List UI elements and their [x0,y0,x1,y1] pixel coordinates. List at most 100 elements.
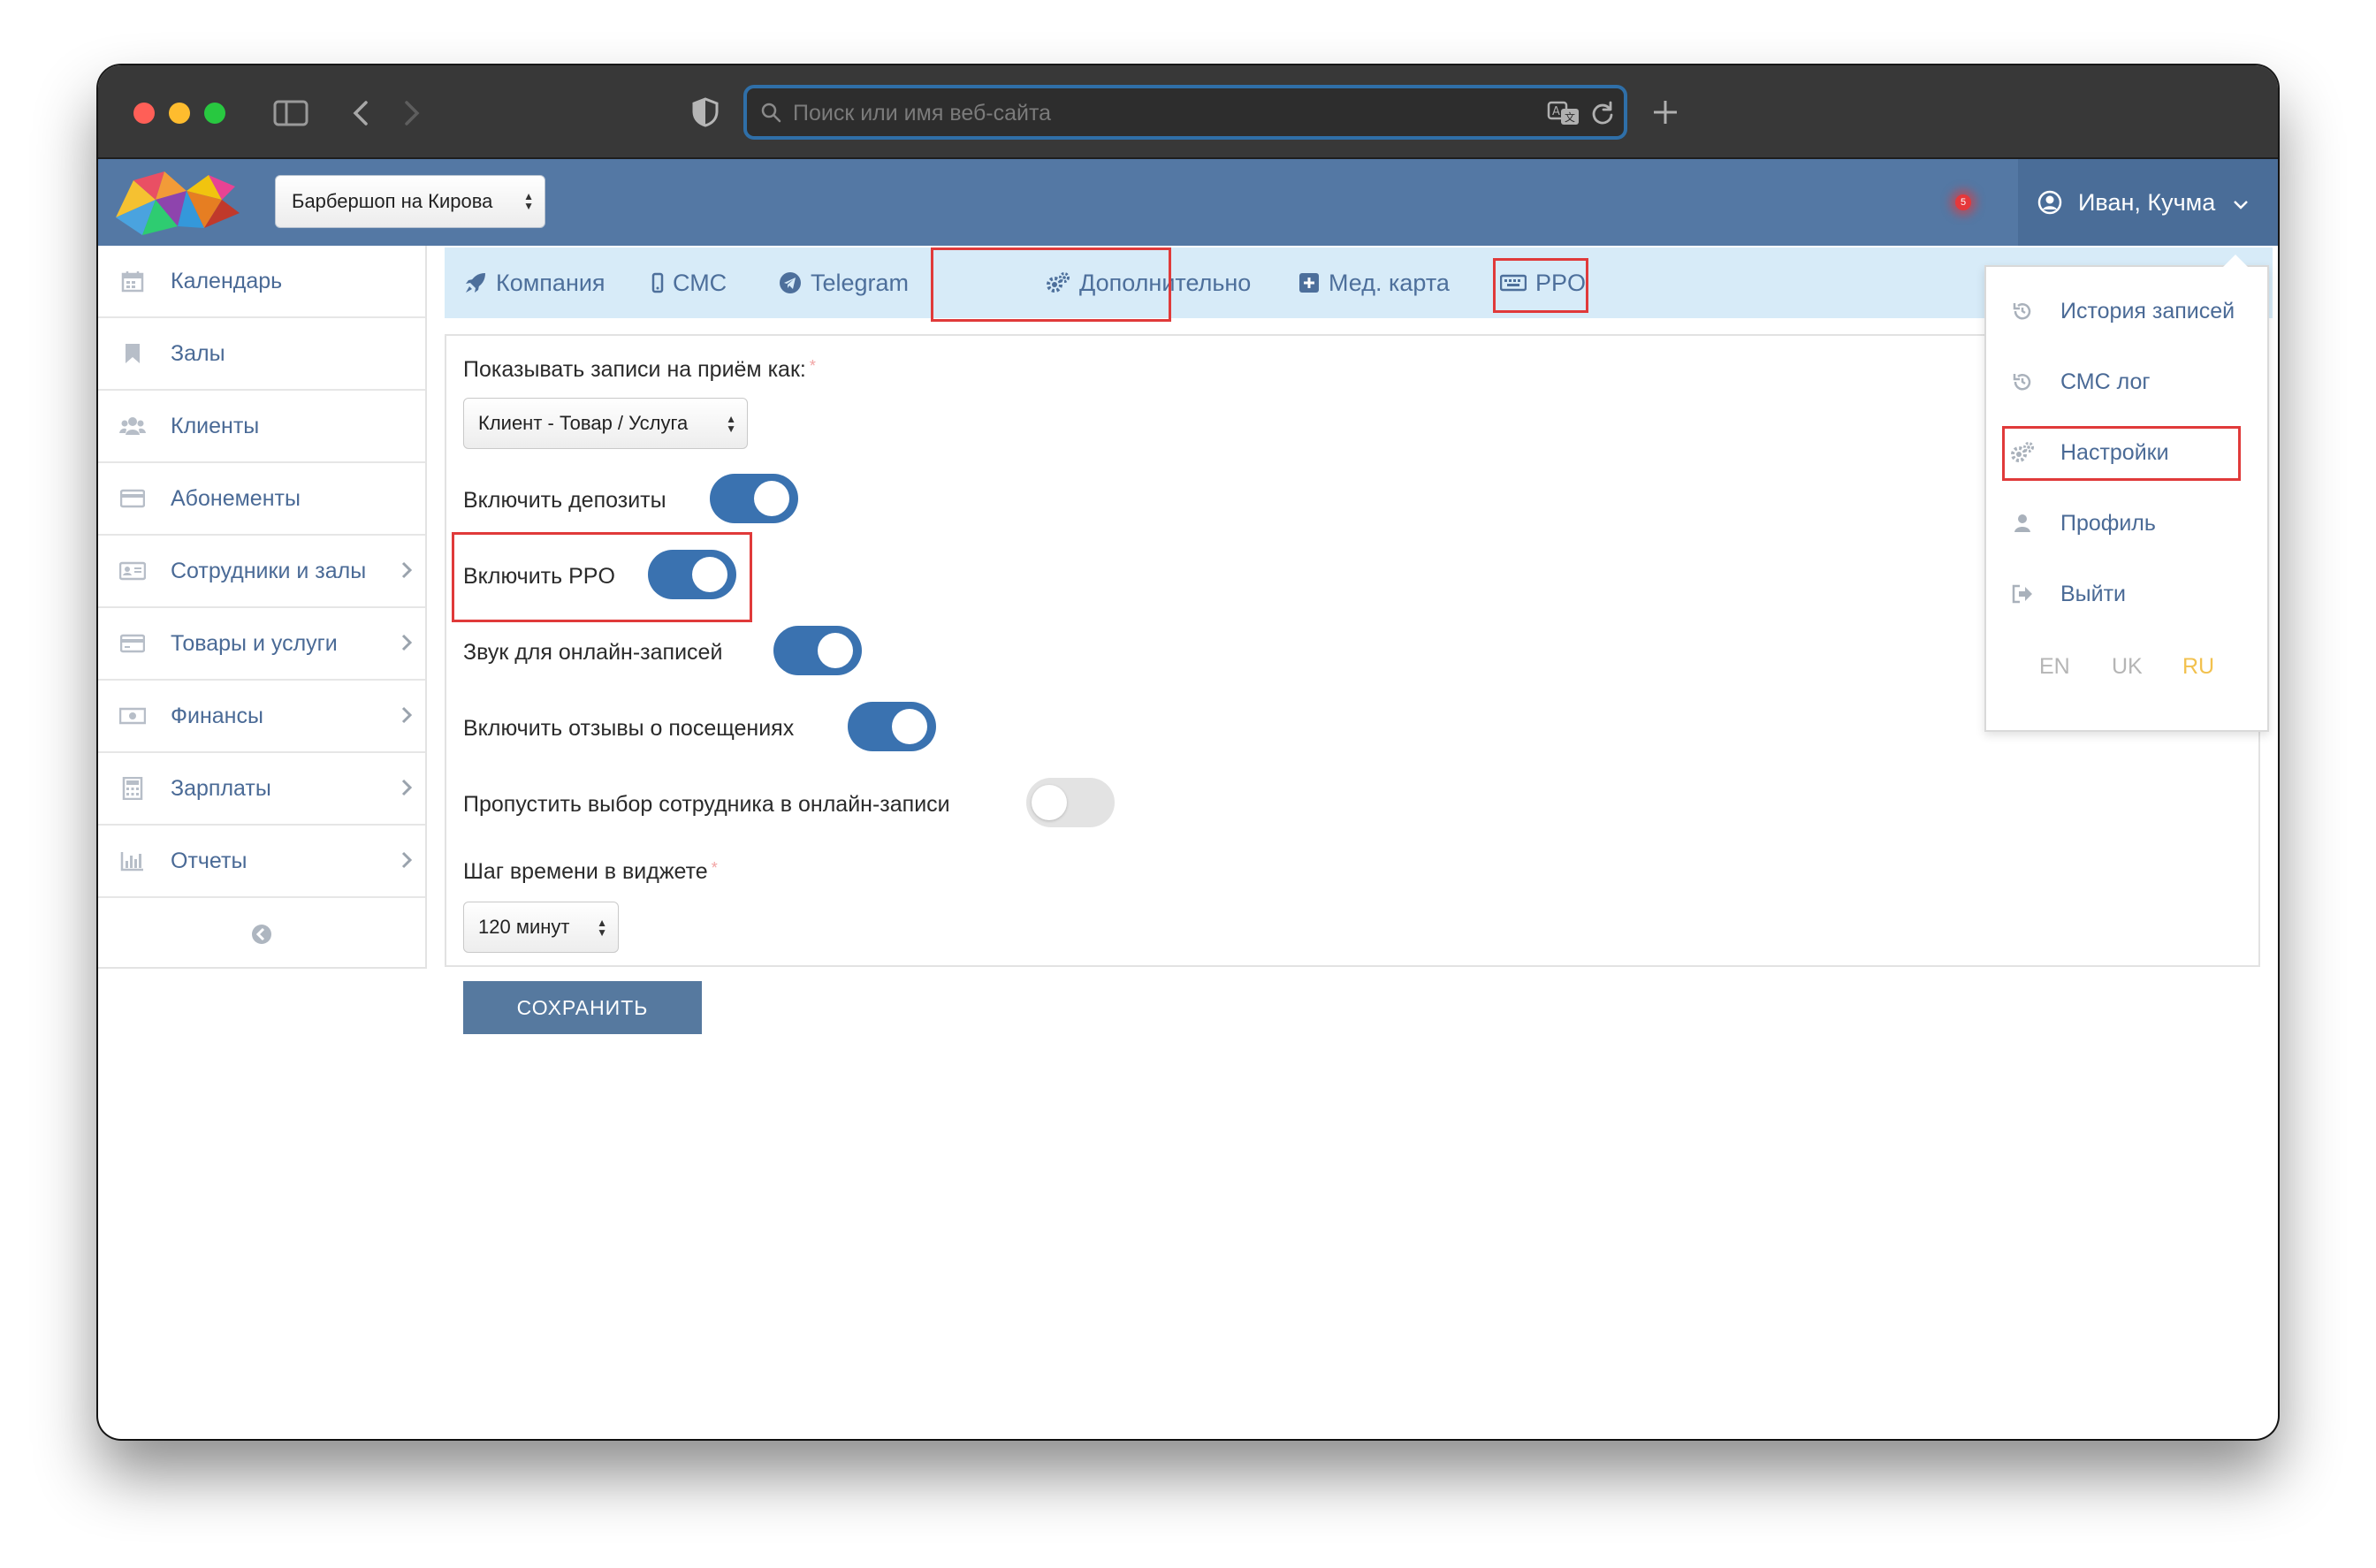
menu-item-logout[interactable]: Выйти [1986,567,2267,620]
sidebar-collapse-button[interactable] [98,898,425,970]
id-card-icon [119,558,146,584]
sidebar: Календарь Залы Клиенты Абонементы Сотруд… [98,246,427,969]
sidebar-item-salaries[interactable]: Зарплаты [98,753,425,826]
menu-item-profile[interactable]: Профиль [1986,497,2267,550]
sidebar-toggle-icon[interactable] [271,99,310,127]
tab-telegram[interactable]: Telegram [779,247,909,318]
svg-text:文: 文 [1565,110,1575,124]
toggle-knob [1032,785,1067,820]
calendar-icon [119,268,146,294]
notification-badge[interactable]: 5 [1955,194,1971,210]
highlight-menu-settings [2002,426,2241,481]
tab-sms[interactable]: СМС [651,247,727,318]
credit-card-icon [119,630,146,657]
toggle-online-sound[interactable] [773,626,862,675]
bar-chart-icon [119,848,146,874]
select-arrows-icon: ▲ ▼ [597,917,607,939]
language-en[interactable]: EN [2039,654,2070,680]
chevron-right-icon [400,850,413,876]
select-arrows-icon: ▲ ▼ [523,190,534,212]
toggle-reviews[interactable] [848,702,936,751]
menu-item-label: Выйти [2060,581,2127,606]
sidebar-item-halls[interactable]: Залы [98,318,425,391]
sidebar-item-staff[interactable]: Сотрудники и залы [98,536,425,608]
menu-item-label: СМС лог [2060,369,2151,394]
translate-icon[interactable]: A文 [1546,99,1581,127]
branch-select-value: Барбершоп на Кирова [292,190,493,212]
toggle-knob [892,709,927,744]
sign-out-icon [2009,584,2036,604]
plus-square-icon [1298,272,1320,293]
sidebar-item-label: Залы [171,340,225,366]
sidebar-item-reports[interactable]: Отчеты [98,826,425,898]
history-icon [2009,371,2036,392]
branch-select[interactable]: Барбершоп на Кирова ▲ ▼ [275,175,545,228]
address-bar[interactable]: A文 [743,85,1627,140]
sidebar-item-subscriptions[interactable]: Абонементы [98,463,425,536]
maximize-window-button[interactable] [204,103,225,124]
app-header: Барбершоп на Кирова ▲ ▼ 5 Иван, Кучма [98,159,2278,246]
toggle-deposits[interactable] [710,474,798,523]
logo-icon[interactable] [107,164,248,240]
sidebar-item-clients[interactable]: Клиенты [98,391,425,463]
calculator-icon [119,775,146,802]
browser-toolbar: A文 [98,65,2278,159]
chevron-right-icon [400,705,413,731]
language-ru[interactable]: RU [2182,654,2214,680]
user-dropdown-menu: История записей СМС лог Настройки Профил… [1984,255,2269,732]
sidebar-item-label: Отчеты [171,848,248,873]
sidebar-item-products[interactable]: Товары и услуги [98,608,425,681]
sidebar-item-label: Финансы [171,703,263,728]
time-step-select[interactable]: 120 минут ▲ ▼ [463,902,619,953]
close-window-button[interactable] [133,103,155,124]
time-step-label-text: Шаг времени в виджете [463,859,708,884]
card-icon [119,485,146,512]
toggle-knob [754,481,789,516]
display-as-label-text: Показывать записи на приём как: [463,357,806,382]
chevron-right-icon [400,778,413,803]
required-marker: * [809,357,816,375]
history-icon [2009,301,2036,322]
user-icon [2009,513,2036,534]
sidebar-item-calendar[interactable]: Календарь [98,246,425,318]
chevron-down-icon [2233,189,2249,217]
sidebar-item-label: Абонементы [171,485,301,511]
search-icon [759,101,782,124]
tab-company[interactable]: Компания [464,247,605,318]
toggle-label-deposits: Включить депозиты [463,488,666,513]
display-as-label: Показывать записи на приём как: * [463,357,816,383]
user-menu-toggle[interactable]: Иван, Кучма [2018,159,2278,246]
reload-icon[interactable] [1588,99,1617,127]
tab-medical-card[interactable]: Мед. карта [1298,247,1450,318]
toggle-label-skip-employee: Пропустить выбор сотрудника в онлайн-зап… [463,792,950,817]
toggle-skip-employee[interactable] [1026,778,1115,827]
menu-item-history[interactable]: История записей [1986,285,2267,338]
back-icon[interactable] [347,99,374,127]
forward-icon[interactable] [399,99,425,127]
url-input[interactable] [793,95,1518,131]
new-tab-icon[interactable] [1650,97,1680,127]
sidebar-item-label: Товары и услуги [171,630,338,656]
tab-label: Мед. карта [1329,269,1450,296]
save-button[interactable]: СОХРАНИТЬ [463,981,702,1034]
highlight-tab-ppo [1493,258,1588,313]
minimize-window-button[interactable] [169,103,190,124]
sidebar-item-finance[interactable]: Финансы [98,681,425,753]
money-icon [119,703,146,729]
tab-label: СМС [673,269,727,296]
select-arrows-icon: ▲ ▼ [726,413,736,435]
language-uk[interactable]: UK [2112,654,2143,680]
highlight-toggle-ppo [452,532,752,622]
user-name: Иван, Кучма [2078,188,2216,216]
users-icon [119,413,146,439]
menu-item-sms-log[interactable]: СМС лог [1986,355,2267,408]
mobile-icon [651,272,664,293]
display-as-select-value: Клиент - Товар / Услуга [478,412,689,434]
svg-text:A: A [1552,105,1560,118]
time-step-select-value: 120 минут [478,916,570,938]
time-step-label: Шаг времени в виджете * [463,859,718,885]
highlight-tab-additional [931,247,1171,322]
display-as-select[interactable]: Клиент - Товар / Услуга ▲ ▼ [463,398,748,449]
tab-label: Telegram [811,269,910,296]
shield-icon[interactable] [690,97,720,127]
